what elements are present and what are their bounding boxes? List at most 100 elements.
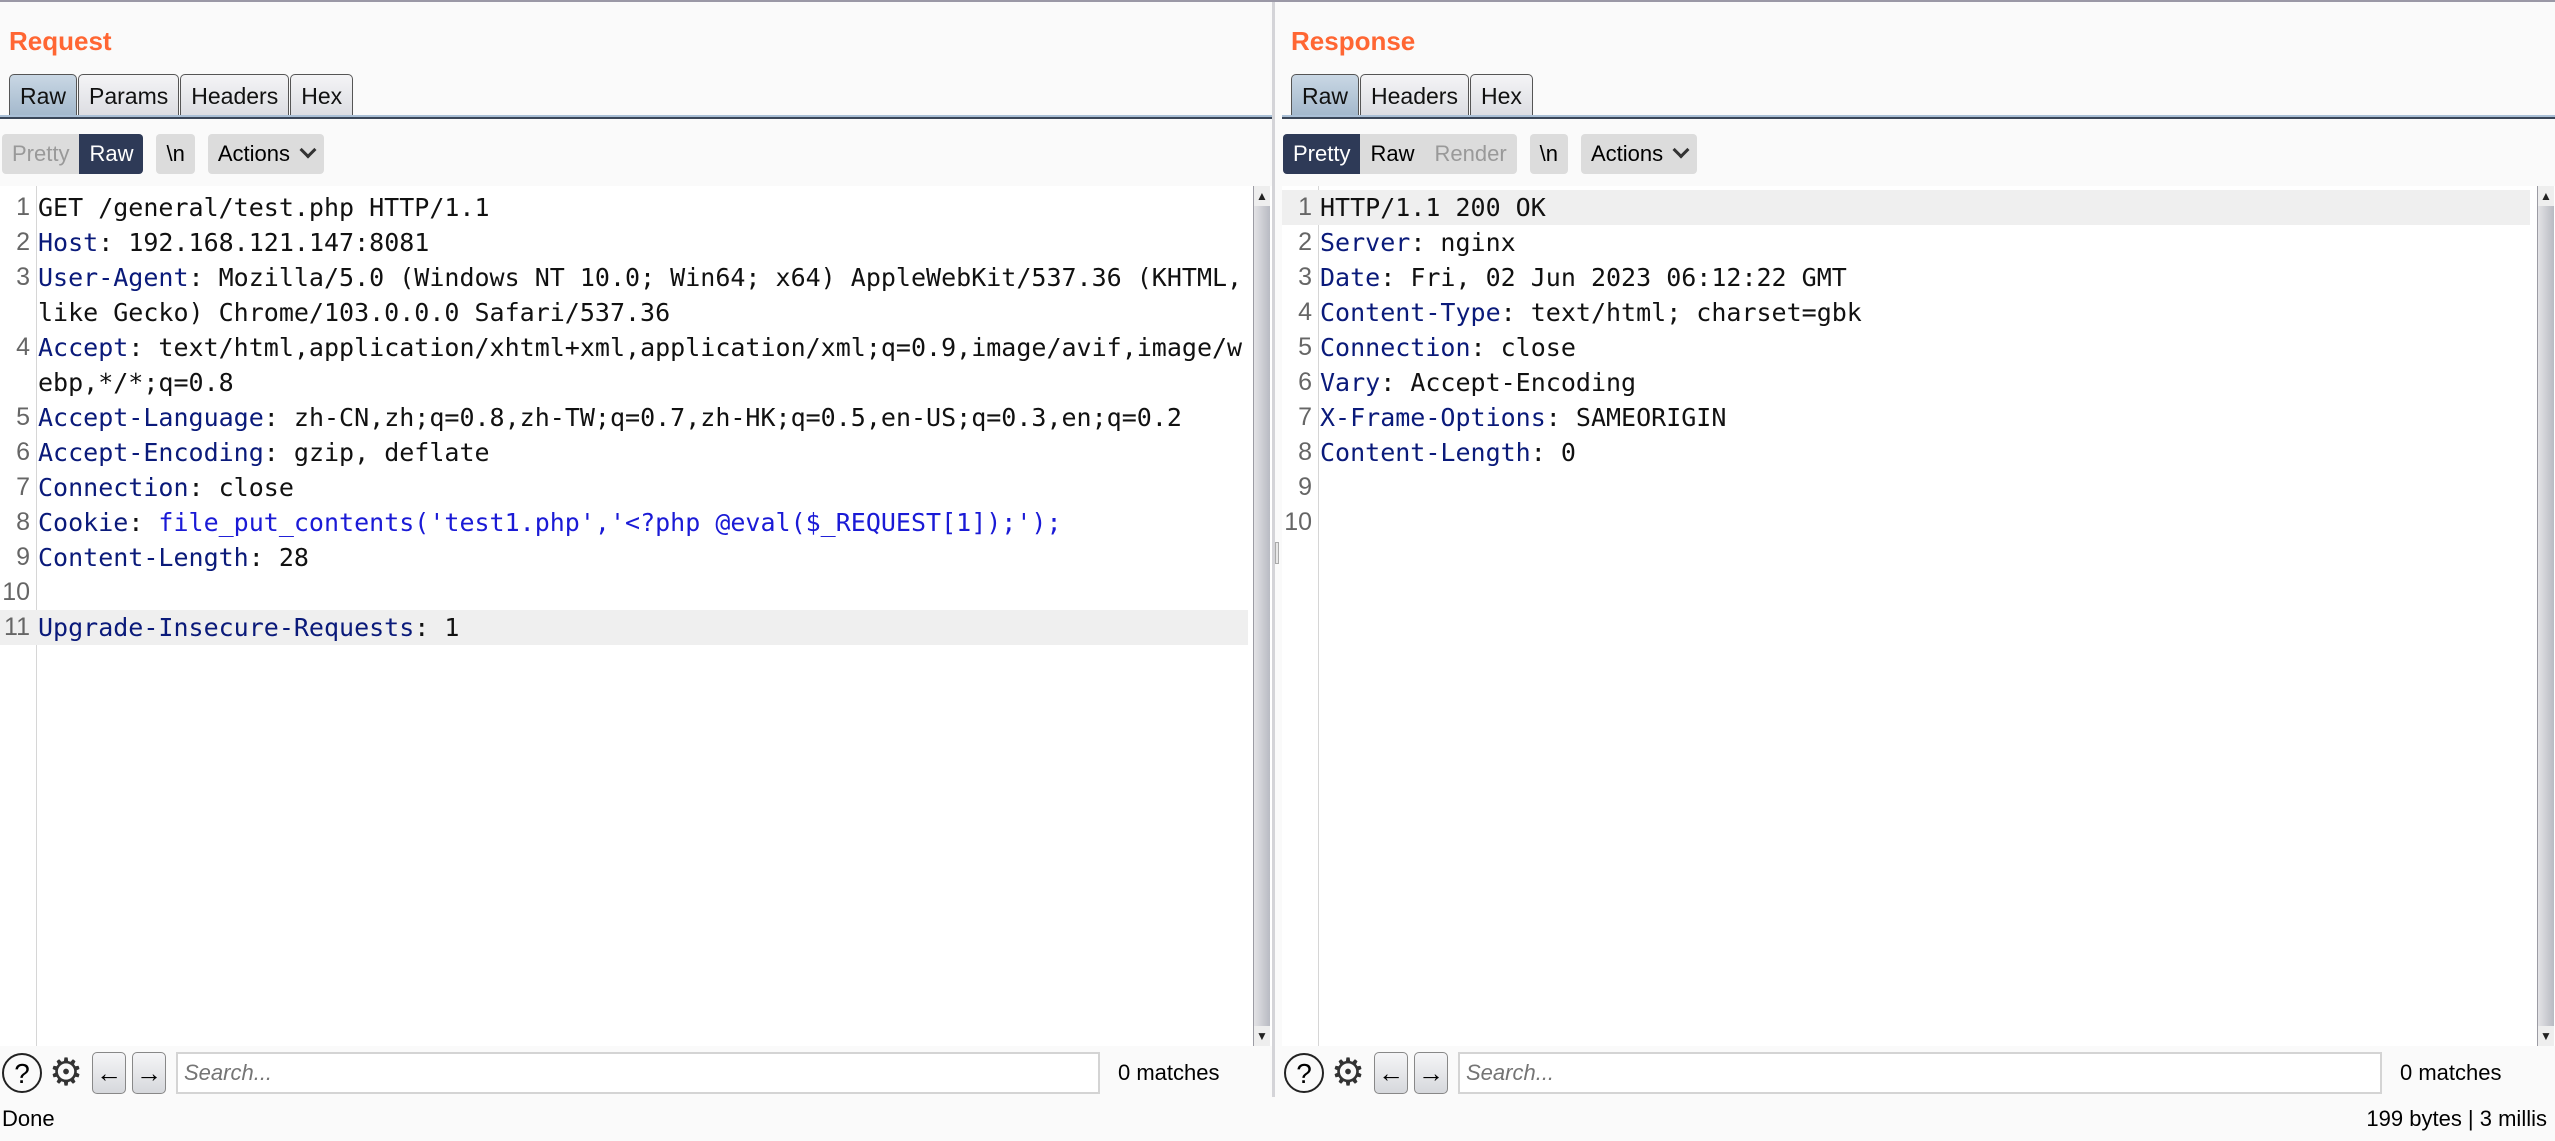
response-line[interactable]: 10 <box>1282 505 2530 540</box>
request-newline-toggle[interactable]: \n <box>156 134 195 174</box>
response-code: 1 HTTP/1.1 200 OK 2 Server: nginx 3 Date: Fri… <box>1282 190 2530 540</box>
request-search-input[interactable] <box>176 1052 1100 1094</box>
line-text: Accept-Encoding: gzip, deflate <box>0 435 1248 470</box>
response-line[interactable]: 4 Content-Type: text/html; charset=gbk <box>1282 295 2530 330</box>
request-scrollbar[interactable]: ▲ ▼ <box>1253 186 1270 1046</box>
request-line[interactable]: 9 Content-Length: 28 <box>0 540 1248 575</box>
response-line[interactable]: 5 Connection: close <box>1282 330 2530 365</box>
line-text: X-Frame-Options: SAMEORIGIN <box>1282 400 2530 435</box>
response-line[interactable]: 3 Date: Fri, 02 Jun 2023 06:12:22 GMT <box>1282 260 2530 295</box>
request-pretty-button[interactable]: Pretty <box>2 134 79 174</box>
request-tab-raw[interactable]: Raw <box>9 74 78 116</box>
header-value: 0 <box>1560 438 1576 467</box>
response-tab-hex[interactable]: Hex <box>1469 74 1533 116</box>
previous-match-button[interactable]: ← <box>1374 1052 1408 1094</box>
request-line[interactable]: 2 Host: 192.168.121.147:8081 <box>0 225 1248 260</box>
help-icon[interactable]: ? <box>1284 1053 1324 1093</box>
scroll-up-icon[interactable]: ▲ <box>1254 186 1270 206</box>
request-line[interactable]: 7 Connection: close <box>0 470 1248 505</box>
header-separator: : <box>248 543 279 572</box>
scroll-down-icon[interactable]: ▼ <box>2538 1026 2554 1046</box>
request-line[interactable]: 11 Upgrade-Insecure-Requests: 1 <box>0 610 1248 645</box>
line-text: Host: 192.168.121.147:8081 <box>0 225 1248 260</box>
request-raw-button[interactable]: Raw <box>79 134 144 174</box>
request-tab-hex[interactable]: Hex <box>290 74 354 116</box>
request-match-count: 0 matches <box>1118 1060 1220 1085</box>
line-number: 5 <box>16 403 30 431</box>
header-separator: : <box>128 508 159 537</box>
line-number: 9 <box>1298 473 1312 501</box>
header-value: text/html; charset=gbk <box>1530 298 1862 327</box>
header-name: Date <box>1320 263 1381 292</box>
scroll-up-icon[interactable]: ▲ <box>2538 186 2554 206</box>
panel-splitter[interactable] <box>1272 2 1282 1097</box>
request-actions-button[interactable]: Actions <box>207 134 324 174</box>
response-line[interactable]: 2 Server: nginx <box>1282 225 2530 260</box>
status-text: Done <box>2 1106 55 1131</box>
header-value: zh-CN,zh;q=0.8,zh-TW;q=0.7,zh-HK;q=0.5,e… <box>293 403 1182 432</box>
header-separator: : <box>414 613 445 642</box>
request-line[interactable]: 6 Accept-Encoding: gzip, deflate <box>0 435 1248 470</box>
header-separator: : <box>1410 228 1441 257</box>
header-name: Content-Length <box>38 543 249 572</box>
request-line[interactable]: 1 GET /general/test.php HTTP/1.1 <box>0 190 1248 225</box>
response-toolbar: Pretty Raw Render \n Actions <box>1283 134 1710 174</box>
line-text: GET /general/test.php HTTP/1.1 <box>0 190 1248 225</box>
response-line[interactable]: 1 HTTP/1.1 200 OK <box>1282 190 2530 225</box>
line-content: HTTP/1.1 200 OK <box>1320 193 1546 222</box>
line-number: 6 <box>1298 368 1312 396</box>
request-line[interactable]: 4 Accept: text/html,application/xhtml+xml… <box>0 330 1248 400</box>
response-newline-toggle[interactable]: \n <box>1529 134 1568 174</box>
response-tab-headers[interactable]: Headers <box>1360 74 1469 116</box>
response-tab-raw[interactable]: Raw <box>1291 74 1360 116</box>
response-line[interactable]: 6 Vary: Accept-Encoding <box>1282 365 2530 400</box>
line-text: HTTP/1.1 200 OK <box>1282 190 2530 225</box>
request-tab-headers[interactable]: Headers <box>180 74 290 116</box>
header-name: Connection <box>38 473 189 502</box>
header-name: Content-Type <box>1320 298 1501 327</box>
header-separator: : <box>1500 298 1531 327</box>
request-line[interactable]: 3 User-Agent: Mozilla/5.0 (Windows NT 10.… <box>0 260 1248 330</box>
request-actions-label: Actions <box>217 141 290 166</box>
request-tab-underline <box>0 115 1272 119</box>
response-pretty-button[interactable]: Pretty <box>1283 134 1361 174</box>
next-match-button[interactable]: → <box>132 1052 166 1094</box>
response-editor[interactable]: 1 HTTP/1.1 200 OK 2 Server: nginx 3 Date: Fri… <box>1282 186 2555 1046</box>
line-number: 10 <box>1284 508 1312 536</box>
scroll-down-icon[interactable]: ▼ <box>1254 1026 1270 1046</box>
line-text: Content-Length: 0 <box>1282 435 2530 470</box>
request-line[interactable]: 8 Cookie: file_put_contents('test1.php','… <box>0 505 1248 540</box>
response-actions-button[interactable]: Actions <box>1581 134 1698 174</box>
response-line[interactable]: 7 X-Frame-Options: SAMEORIGIN <box>1282 400 2530 435</box>
response-scrollbar[interactable]: ▲ ▼ <box>2537 186 2554 1046</box>
help-icon[interactable]: ? <box>2 1053 42 1093</box>
response-search-input[interactable] <box>1458 1052 2382 1094</box>
header-value: Accept-Encoding <box>1410 368 1637 397</box>
request-line[interactable]: 5 Accept-Language: zh-CN,zh;q=0.8,zh-TW;q… <box>0 400 1248 435</box>
gear-icon[interactable]: ⚙ <box>46 1053 86 1093</box>
request-code: 1 GET /general/test.php HTTP/1.1 2 Host: 19… <box>0 190 1248 645</box>
line-number: 5 <box>1298 333 1312 361</box>
next-match-button[interactable]: → <box>1414 1052 1448 1094</box>
previous-match-button[interactable]: ← <box>92 1052 126 1094</box>
line-number: 3 <box>16 263 30 291</box>
header-name: User-Agent <box>38 263 189 292</box>
splitter-grip[interactable] <box>1275 542 1279 564</box>
response-raw-button[interactable]: Raw <box>1360 134 1424 174</box>
header-name: Host <box>38 228 99 257</box>
response-line[interactable]: 8 Content-Length: 0 <box>1282 435 2530 470</box>
request-tab-params[interactable]: Params <box>78 74 180 116</box>
response-line[interactable]: 9 <box>1282 470 2530 505</box>
line-text: Content-Length: 28 <box>0 540 1248 575</box>
line-number: 7 <box>16 473 30 501</box>
response-search-bar: ? ⚙ ← → 0 matches <box>1282 1050 2555 1096</box>
header-value: 192.168.121.147:8081 <box>128 228 430 257</box>
line-text: User-Agent: Mozilla/5.0 (Windows NT 10.0… <box>0 260 1248 330</box>
request-editor[interactable]: 1 GET /general/test.php HTTP/1.1 2 Host: 19… <box>0 186 1272 1046</box>
request-line[interactable]: 10 <box>0 575 1248 610</box>
response-panel: Response Raw Headers Hex Pretty Raw Rend… <box>1282 2 2555 1097</box>
gear-icon[interactable]: ⚙ <box>1328 1053 1368 1093</box>
line-number: 10 <box>2 578 30 606</box>
response-match-count: 0 matches <box>2400 1060 2502 1085</box>
response-render-button[interactable]: Render <box>1424 134 1516 174</box>
